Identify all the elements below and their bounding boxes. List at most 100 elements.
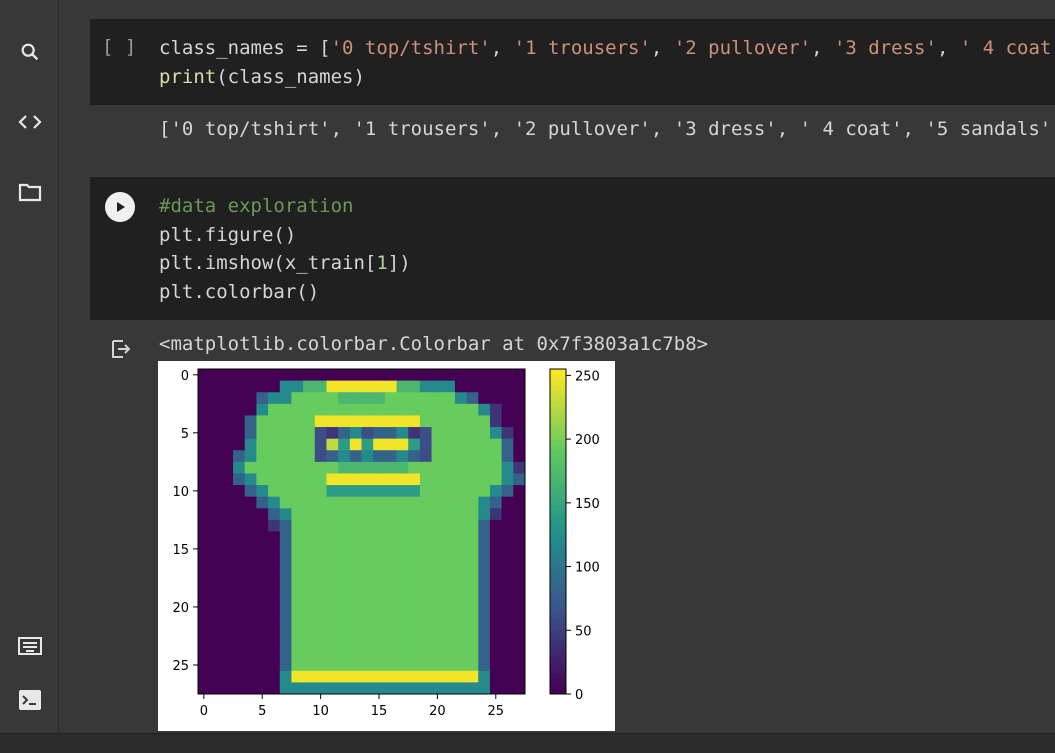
heatmap-pixel <box>338 369 351 382</box>
heatmap-pixel <box>221 380 234 393</box>
heatmap-pixel <box>198 427 211 440</box>
output-redirect-icon[interactable] <box>109 337 133 361</box>
heatmap-pixel <box>373 601 386 614</box>
heatmap-pixel <box>478 554 491 567</box>
heatmap-pixel <box>373 508 386 521</box>
heatmap-pixel <box>419 380 433 393</box>
heatmap-pixel <box>478 427 491 440</box>
heatmap-pixel <box>268 682 281 695</box>
search-icon[interactable] <box>14 36 46 68</box>
heatmap-pixel <box>361 601 374 614</box>
heatmap-pixel <box>443 438 456 451</box>
heatmap-pixel <box>198 543 211 556</box>
heatmap-pixel <box>501 427 514 440</box>
heatmap-pixel <box>373 392 386 405</box>
heatmap-pixel <box>256 612 269 625</box>
heatmap-pixel <box>419 635 433 649</box>
heatmap-pixel <box>303 682 316 695</box>
run-cell-button[interactable]: [ ] <box>102 36 136 58</box>
heatmap-pixel <box>454 612 468 625</box>
heatmap-pixel <box>454 554 468 567</box>
heatmap-pixel <box>268 438 281 451</box>
heatmap-pixel <box>419 519 433 532</box>
heatmap-pixel <box>361 554 374 567</box>
heatmap-pixel <box>349 450 362 463</box>
heatmap-pixel <box>268 427 281 440</box>
heatmap-pixel <box>501 647 514 660</box>
heatmap-pixel <box>373 380 386 393</box>
heatmap-pixel <box>338 612 351 625</box>
heatmap-pixel <box>454 450 468 463</box>
code-editor[interactable]: class_names = ['0 top/tshirt', '1 trouse… <box>159 34 1051 91</box>
heatmap-pixel <box>314 670 327 683</box>
heatmap-pixel <box>209 531 222 544</box>
heatmap-pixel <box>384 659 398 672</box>
heatmap-pixel <box>326 392 339 405</box>
heatmap-pixel <box>209 589 222 602</box>
heatmap-pixel <box>326 415 339 428</box>
colorbar-segment <box>550 672 566 679</box>
heatmap-pixel <box>408 543 421 556</box>
heatmap-pixel <box>349 601 362 614</box>
heatmap-pixel <box>221 403 234 416</box>
heatmap-pixel <box>314 485 327 498</box>
heatmap-pixel <box>419 647 433 660</box>
heatmap-pixel <box>513 403 526 416</box>
colorbar-segment <box>550 428 566 435</box>
heatmap-pixel <box>256 601 269 614</box>
heatmap-pixel <box>221 670 234 683</box>
folder-icon[interactable] <box>14 176 46 208</box>
code-cell-2[interactable]: #data exploration plt.figure() plt.imsho… <box>90 177 1055 320</box>
y-tick-label: 5 <box>181 427 189 442</box>
heatmap-pixel <box>478 635 491 649</box>
code-icon[interactable] <box>14 106 46 138</box>
heatmap-pixel <box>349 635 362 649</box>
code-cell-1[interactable]: [ ] class_names = ['0 top/tshirt', '1 tr… <box>90 19 1055 105</box>
colorbar-segment <box>550 683 566 690</box>
heatmap-pixel <box>279 427 292 440</box>
code-editor[interactable]: #data exploration plt.figure() plt.imsho… <box>159 192 411 306</box>
heatmap-pixel <box>408 670 421 683</box>
heatmap-pixel <box>513 450 526 463</box>
heatmap-pixel <box>431 601 444 614</box>
heatmap-pixel <box>361 543 374 556</box>
heatmap-pixel <box>408 369 421 382</box>
heatmap-pixel <box>244 659 257 672</box>
heatmap-pixel <box>361 392 374 405</box>
heatmap-pixel <box>478 496 491 509</box>
heatmap-pixel <box>244 438 257 451</box>
heatmap-pixel <box>384 601 398 614</box>
heatmap-pixel <box>279 380 292 393</box>
heatmap-pixel <box>431 531 444 544</box>
heatmap-pixel <box>466 519 479 532</box>
heatmap-pixel <box>209 427 222 440</box>
heatmap-pixel <box>198 589 211 602</box>
heatmap-pixel <box>209 403 222 416</box>
run-cell-button[interactable] <box>105 192 135 222</box>
heatmap-pixel <box>454 473 468 486</box>
colorbar-segment <box>550 396 566 402</box>
keyboard-icon[interactable] <box>14 630 46 662</box>
heatmap-pixel <box>408 380 421 393</box>
colorbar-tick-label: 0 <box>575 688 583 703</box>
heatmap-pixel <box>489 508 503 521</box>
heatmap-pixel <box>478 403 491 416</box>
heatmap-pixel <box>326 369 339 382</box>
heatmap-pixel <box>314 647 327 660</box>
heatmap-pixel <box>361 403 374 416</box>
heatmap-pixel <box>454 427 468 440</box>
heatmap-pixel <box>431 508 444 521</box>
heatmap-pixel <box>489 682 503 695</box>
heatmap-pixel <box>326 682 339 695</box>
heatmap-pixel <box>408 624 421 637</box>
heatmap-pixel <box>279 461 292 474</box>
heatmap-pixel <box>303 670 316 683</box>
play-icon <box>117 202 125 212</box>
heatmap-pixel <box>513 438 526 451</box>
heatmap-pixel <box>338 566 351 579</box>
heatmap-pixel <box>244 543 257 556</box>
cell-2-output: <matplotlib.colorbar.Colorbar at 0x7f380… <box>159 333 709 355</box>
heatmap-pixel <box>338 554 351 567</box>
terminal-icon[interactable] <box>14 684 46 716</box>
heatmap-pixel <box>466 531 479 544</box>
